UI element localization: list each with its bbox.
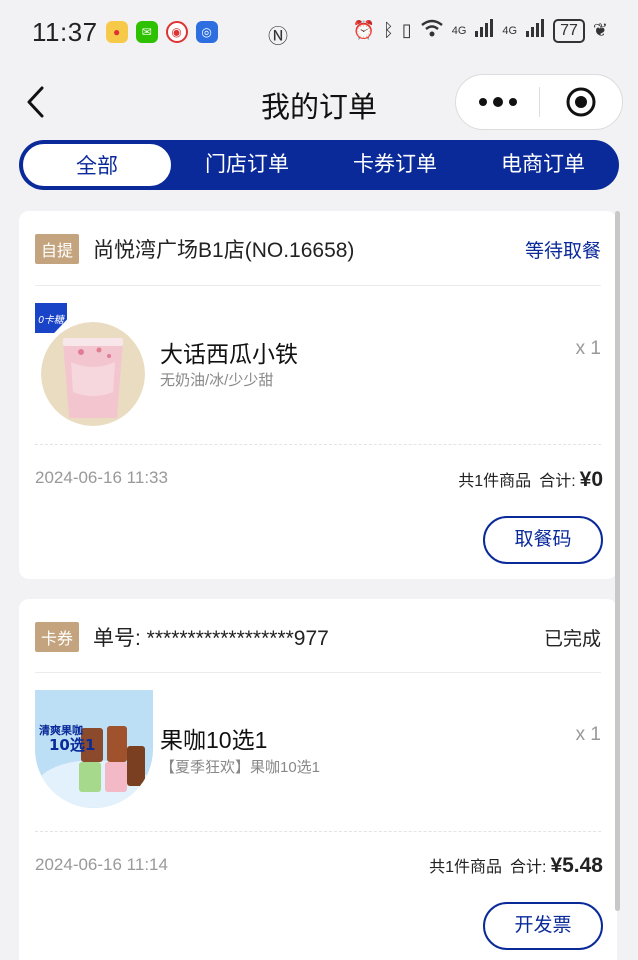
- signal-icon-1: [474, 18, 494, 43]
- order-card[interactable]: 自提 尚悦湾广场B1店(NO.16658) 等待取餐 0卡糖 大话西瓜小铁 无奶…: [19, 211, 617, 579]
- order-header: 自提 尚悦湾广场B1店(NO.16658) 等待取餐: [35, 229, 601, 269]
- weibo-icon: ●: [105, 21, 128, 43]
- signal-icon-2: [525, 18, 545, 43]
- order-time: 2024-06-16 11:14: [35, 855, 168, 874]
- divider: [35, 285, 601, 286]
- tab-all[interactable]: 全部: [21, 142, 173, 188]
- order-header: 卡券 单号: ******************977 已完成: [35, 617, 601, 657]
- nfc-icon: Ⓝ: [268, 26, 288, 48]
- total-label: 合计:: [539, 473, 576, 490]
- total-amount: ¥5.48: [550, 854, 603, 877]
- network-label-2: 4G: [502, 24, 518, 37]
- vibrate-icon: ▯: [401, 20, 412, 40]
- more-button[interactable]: [456, 97, 539, 107]
- status-bar: 11:37 ● ✉ ◉ ◎ Ⓝ ⏰ ᛒ ▯ 4G 4G 77 ❦: [0, 0, 638, 64]
- close-mini-program-button[interactable]: [540, 86, 622, 118]
- tab-ecommerce-orders[interactable]: 电商订单: [469, 142, 617, 188]
- tab-store-orders[interactable]: 门店订单: [173, 142, 321, 188]
- alarm-icon: ⏰: [352, 20, 376, 40]
- store-name: 尚悦湾广场B1店(NO.16658): [93, 239, 355, 262]
- divider: [35, 831, 601, 832]
- order-total: 共1件商品 合计: ¥5.48: [429, 853, 603, 878]
- wifi-icon: [420, 18, 444, 43]
- app-notify-icon: ◉: [165, 21, 188, 43]
- network-label-1: 4G: [451, 24, 467, 37]
- order-time: 2024-06-16 11:33: [35, 468, 168, 487]
- issue-invoice-button[interactable]: 开发票: [483, 902, 603, 950]
- more-dot-icon: [492, 97, 503, 107]
- app-blue-icon: ◎: [195, 21, 218, 43]
- order-tabs: 全部 门店订单 卡券订单 电商订单: [19, 140, 619, 190]
- order-total: 共1件商品 合计: ¥0: [458, 467, 603, 492]
- product-spec: 【夏季狂欢】果咖10选1: [160, 759, 321, 776]
- order-card[interactable]: 卡券 单号: ******************977 已完成 清爽果咖 10…: [19, 599, 617, 960]
- order-status: 等待取餐: [524, 240, 601, 262]
- item-count: 共1件商品: [429, 859, 502, 876]
- total-amount: ¥0: [579, 468, 603, 491]
- target-close-icon: [566, 87, 596, 117]
- order-status: 已完成: [543, 628, 601, 650]
- more-dot-icon: [508, 98, 517, 106]
- order-number: 单号: ******************977: [93, 627, 329, 650]
- divider: [35, 672, 601, 673]
- status-left: 11:37 ● ✉ ◉ ◎: [32, 17, 218, 48]
- product-name: 大话西瓜小铁: [160, 341, 298, 367]
- leaf-icon: ❦: [592, 20, 608, 40]
- wechat-icon: ✉: [135, 21, 158, 43]
- order-type-tag: 自提: [35, 234, 80, 264]
- product-quantity: x 1: [575, 338, 601, 359]
- product-quantity: x 1: [575, 724, 601, 745]
- scrollbar[interactable]: [615, 211, 620, 911]
- svg-text:10选1: 10选1: [49, 736, 95, 754]
- nav-bar: 我的订单: [0, 64, 638, 140]
- total-label: 合计:: [509, 859, 547, 876]
- product-image: [41, 322, 145, 426]
- zero-sugar-badge: 0卡糖: [35, 303, 67, 333]
- pickup-code-button[interactable]: 取餐码: [483, 516, 603, 564]
- item-count: 共1件商品: [458, 473, 532, 490]
- more-dot-icon: [478, 98, 487, 106]
- battery-indicator: 77: [553, 18, 585, 43]
- divider: [35, 444, 601, 445]
- bluetooth-icon: ᛒ: [383, 20, 394, 40]
- product-spec: 无奶油/冰/少少甜: [160, 372, 274, 389]
- product-image: 清爽果咖 10选1: [35, 690, 153, 808]
- order-type-tag: 卡券: [35, 622, 80, 652]
- tab-voucher-orders[interactable]: 卡券订单: [321, 142, 469, 188]
- svg-text:清爽果咖: 清爽果咖: [39, 723, 83, 737]
- mini-program-capsule: [455, 74, 623, 130]
- product-name: 果咖10选1: [160, 727, 268, 753]
- status-right: ⏰ ᛒ ▯ 4G 4G 77 ❦: [353, 18, 608, 43]
- status-time: 11:37: [32, 16, 98, 47]
